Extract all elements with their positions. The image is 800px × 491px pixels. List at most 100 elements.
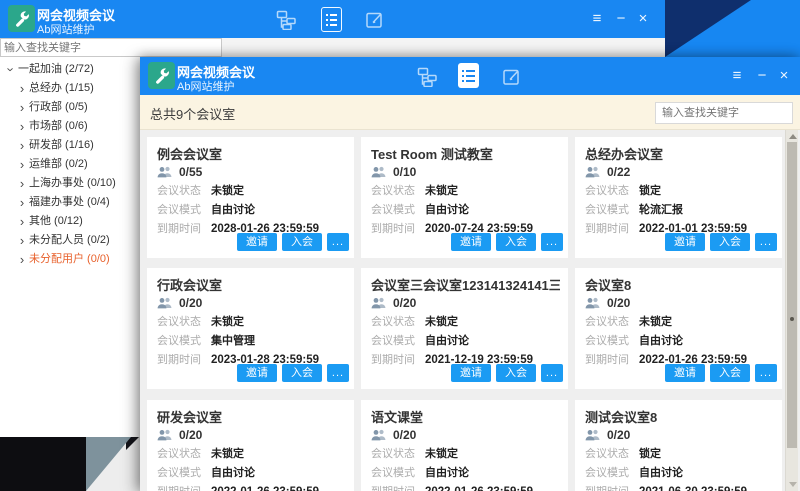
tree-item[interactable]: › 上海办事处 (0/10) <box>0 174 140 193</box>
expire-label: 到期时间 <box>371 486 415 491</box>
scrollbar-thumb[interactable] <box>787 142 797 448</box>
chevron-right-icon[interactable]: › <box>17 155 27 174</box>
chevron-right-icon[interactable]: › <box>17 174 27 193</box>
edit-icon[interactable] <box>365 10 385 30</box>
tree-item[interactable]: › 研发部 (1/16) <box>0 136 140 155</box>
fg-titlebar[interactable]: 网会视频会议 Ab网站维护 ≡ <box>140 57 800 95</box>
meeting-room-card: 会议室8 0/20 会议状态 未锁定 会议模式 自由讨论 到期时间 2022-0… <box>575 268 782 389</box>
tree-item[interactable]: › 市场部 (0/6) <box>0 117 140 136</box>
room-search-input[interactable] <box>655 102 793 124</box>
more-button[interactable]: ... <box>327 364 349 382</box>
mode-label: 会议模式 <box>585 467 629 480</box>
more-button[interactable]: ... <box>541 364 563 382</box>
menu-button[interactable]: ≡ <box>588 10 606 28</box>
expire-label: 到期时间 <box>585 223 629 236</box>
tree-item-label: 未分配用户 (0/0) <box>29 250 110 269</box>
tree-item[interactable]: › 运维部 (0/2) <box>0 155 140 174</box>
org-chart-icon[interactable] <box>417 67 437 87</box>
invite-button[interactable]: 邀请 <box>451 233 491 251</box>
scroll-up-icon[interactable] <box>789 134 797 139</box>
list-view-icon-active[interactable] <box>458 63 479 88</box>
status-value: 未锁定 <box>425 448 458 461</box>
tree-item-label: 行政部 (0/5) <box>29 98 88 117</box>
close-button[interactable]: × <box>775 67 793 85</box>
participant-count: 0/20 <box>393 296 416 310</box>
tree-item[interactable]: › 行政部 (0/5) <box>0 98 140 117</box>
invite-button[interactable]: 邀请 <box>665 233 705 251</box>
edit-icon[interactable] <box>502 67 522 87</box>
participant-count: 0/10 <box>393 165 416 179</box>
invite-button[interactable]: 邀请 <box>665 364 705 382</box>
close-button[interactable]: × <box>634 10 652 28</box>
participant-count: 0/20 <box>607 296 630 310</box>
chevron-right-icon[interactable]: › <box>17 212 27 231</box>
mode-label: 会议模式 <box>157 467 201 480</box>
participants-icon <box>585 166 601 178</box>
expire-label: 到期时间 <box>157 223 201 236</box>
more-button[interactable]: ... <box>327 233 349 251</box>
search-input[interactable] <box>0 38 222 57</box>
join-button[interactable]: 入会 <box>496 364 536 382</box>
more-button[interactable]: ... <box>755 233 777 251</box>
chevron-right-icon[interactable]: › <box>17 231 27 250</box>
chevron-right-icon[interactable]: › <box>17 117 27 136</box>
expire-label: 到期时间 <box>157 486 201 491</box>
join-button[interactable]: 入会 <box>710 364 750 382</box>
tree-item-label: 一起加油 (2/72) <box>18 60 94 79</box>
expire-label: 到期时间 <box>585 354 629 367</box>
join-button[interactable]: 入会 <box>282 364 322 382</box>
status-value: 未锁定 <box>639 316 672 329</box>
invite-button[interactable]: 邀请 <box>237 233 277 251</box>
participants-icon <box>157 297 173 309</box>
tree-item[interactable]: › 总经办 (1/15) <box>0 79 140 98</box>
invite-button[interactable]: 邀请 <box>451 364 491 382</box>
wallpaper-bottom-left <box>0 437 140 491</box>
participants-icon <box>585 429 601 441</box>
minimize-button[interactable]: − <box>612 10 630 28</box>
meeting-room-card: 行政会议室 0/20 会议状态 未锁定 会议模式 集中管理 到期时间 2023-… <box>147 268 354 389</box>
status-value: 未锁定 <box>425 185 458 198</box>
vertical-scrollbar[interactable] <box>785 130 798 491</box>
tree-item[interactable]: › 其他 (0/12) <box>0 212 140 231</box>
chevron-right-icon[interactable]: › <box>17 136 27 155</box>
more-button[interactable]: ... <box>755 364 777 382</box>
chevron-right-icon[interactable]: › <box>17 98 27 117</box>
join-button[interactable]: 入会 <box>282 233 322 251</box>
mode-label: 会议模式 <box>585 204 629 217</box>
chevron-down-icon[interactable]: › <box>2 65 21 75</box>
mode-label: 会议模式 <box>157 335 201 348</box>
tree-item[interactable]: › 福建办事处 (0/4) <box>0 193 140 212</box>
status-label: 会议状态 <box>585 448 629 461</box>
room-name: 行政会议室 <box>157 275 346 294</box>
wallpaper-navy-triangle <box>665 0 751 57</box>
tree-item-label: 未分配人员 (0/2) <box>29 231 110 250</box>
more-button[interactable]: ... <box>541 233 563 251</box>
invite-button[interactable]: 邀请 <box>237 364 277 382</box>
menu-button[interactable]: ≡ <box>728 67 746 85</box>
tree-item-unassigned-users[interactable]: › 未分配用户 (0/0) <box>0 250 140 269</box>
room-card-grid: 例会会议室 0/55 会议状态 未锁定 会议模式 自由讨论 到期时间 2028-… <box>140 130 800 491</box>
org-tree: › 一起加油 (2/72) › 总经办 (1/15) › 行政部 (0/5) ›… <box>0 60 140 269</box>
mode-label: 会议模式 <box>371 467 415 480</box>
chevron-right-icon[interactable]: › <box>17 79 27 98</box>
tree-item-label: 总经办 (1/15) <box>29 79 94 98</box>
expire-value: 2021-06-30 23:59:59 <box>639 486 747 491</box>
chevron-right-icon[interactable]: › <box>17 193 27 212</box>
list-view-icon[interactable] <box>321 7 342 32</box>
chevron-right-icon[interactable]: › <box>17 250 27 269</box>
app-logo <box>8 5 35 32</box>
scroll-down-icon[interactable] <box>789 482 797 487</box>
tree-item[interactable]: › 未分配人员 (0/2) <box>0 231 140 250</box>
content-header-bar: 总共9个会议室 <box>140 95 800 130</box>
org-chart-icon[interactable] <box>276 10 296 30</box>
app-logo <box>148 62 175 89</box>
bg-titlebar[interactable]: 网会视频会议 Ab网站维护 ≡ <box>0 0 665 38</box>
minimize-button[interactable]: − <box>753 67 771 85</box>
room-name: 会议室8 <box>585 275 774 294</box>
meeting-room-card: 语文课堂 0/20 会议状态 未锁定 会议模式 自由讨论 到期时间 2022-0… <box>361 400 568 491</box>
wallpaper-top-right <box>665 0 800 57</box>
join-button[interactable]: 入会 <box>496 233 536 251</box>
status-label: 会议状态 <box>157 448 201 461</box>
tree-item-root[interactable]: › 一起加油 (2/72) <box>0 60 140 79</box>
join-button[interactable]: 入会 <box>710 233 750 251</box>
